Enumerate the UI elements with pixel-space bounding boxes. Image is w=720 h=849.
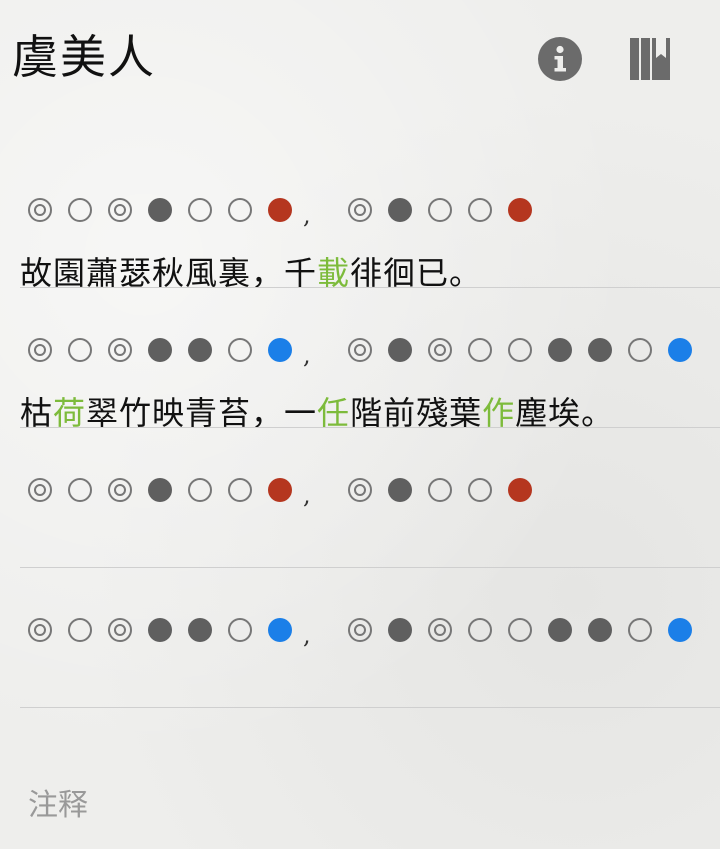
verse-underline	[20, 567, 720, 568]
verse-underline	[20, 427, 720, 428]
verse-underline	[20, 287, 720, 288]
page-title: 虞美人	[12, 30, 156, 84]
tone-mark-rhyme-red	[508, 198, 532, 222]
tone-mark-either	[428, 618, 452, 642]
notes-heading[interactable]: 注释	[28, 786, 88, 826]
tone-mark-level	[628, 338, 652, 362]
tone-mark-level	[228, 198, 252, 222]
tone-mark-either	[108, 198, 132, 222]
tone-mark-oblique	[188, 618, 212, 642]
tone-mark-either	[108, 478, 132, 502]
tone-mark-level	[468, 618, 492, 642]
tone-mark-either	[28, 478, 52, 502]
tone-mark-oblique	[388, 618, 412, 642]
verse-row: , 故園蕭瑟秋風裏，千載徘徊已。	[0, 198, 720, 338]
tone-mark-level	[68, 618, 92, 642]
tone-mark-level	[68, 198, 92, 222]
tone-mark-either	[348, 618, 372, 642]
tone-mark-oblique	[588, 618, 612, 642]
tone-mark-oblique	[148, 338, 172, 362]
tone-mark-either	[108, 618, 132, 642]
tone-mark-level	[428, 198, 452, 222]
tone-mark-level	[508, 338, 532, 362]
tone-mark-level	[508, 618, 532, 642]
info-icon[interactable]	[538, 37, 582, 81]
tone-mark-rhyme-red	[508, 478, 532, 502]
pattern-separator: ,	[303, 481, 311, 509]
tone-mark-rhyme-blue	[668, 338, 692, 362]
tone-mark-rhyme-red	[268, 198, 292, 222]
tone-mark-level	[68, 338, 92, 362]
tone-mark-either	[28, 338, 52, 362]
tone-mark-oblique	[388, 198, 412, 222]
tone-mark-rhyme-red	[268, 478, 292, 502]
pattern-separator: ,	[303, 621, 311, 649]
tone-mark-oblique	[548, 618, 572, 642]
tone-mark-rhyme-blue	[268, 618, 292, 642]
tone-mark-either	[348, 198, 372, 222]
verse-row: ,	[0, 618, 720, 758]
tone-mark-either	[108, 338, 132, 362]
tone-mark-oblique	[548, 338, 572, 362]
library-icon[interactable]	[628, 36, 672, 82]
tone-mark-level	[188, 478, 212, 502]
tone-mark-oblique	[148, 618, 172, 642]
tone-mark-oblique	[388, 338, 412, 362]
tone-mark-oblique	[188, 338, 212, 362]
tone-mark-either	[348, 338, 372, 362]
tone-mark-either	[348, 478, 372, 502]
tone-mark-oblique	[588, 338, 612, 362]
tone-mark-level	[228, 478, 252, 502]
verse-line: 故園蕭瑟秋風裏，千載徘徊已。	[20, 248, 482, 298]
tone-mark-level	[468, 198, 492, 222]
tone-mark-either	[28, 618, 52, 642]
tone-mark-oblique	[388, 478, 412, 502]
tone-mark-level	[468, 478, 492, 502]
tone-mark-level	[428, 478, 452, 502]
tone-mark-either	[428, 338, 452, 362]
tone-mark-oblique	[148, 478, 172, 502]
tone-mark-rhyme-blue	[268, 338, 292, 362]
tone-mark-level	[68, 478, 92, 502]
tone-mark-level	[228, 618, 252, 642]
verse-line: 枯荷翠竹映青苔，一任階前殘葉作塵埃。	[20, 388, 614, 438]
tone-mark-level	[468, 338, 492, 362]
tone-mark-oblique	[148, 198, 172, 222]
tone-mark-level	[188, 198, 212, 222]
tone-mark-rhyme-blue	[668, 618, 692, 642]
verse-underline	[20, 707, 720, 708]
pattern-separator: ,	[303, 341, 311, 369]
verse-row: ,	[0, 478, 720, 618]
verse-row: , 枯荷翠竹映青苔，一任階前殘葉作塵埃。	[0, 338, 720, 478]
tone-mark-level	[628, 618, 652, 642]
tone-mark-level	[228, 338, 252, 362]
pattern-separator: ,	[303, 201, 311, 229]
tone-mark-either	[28, 198, 52, 222]
